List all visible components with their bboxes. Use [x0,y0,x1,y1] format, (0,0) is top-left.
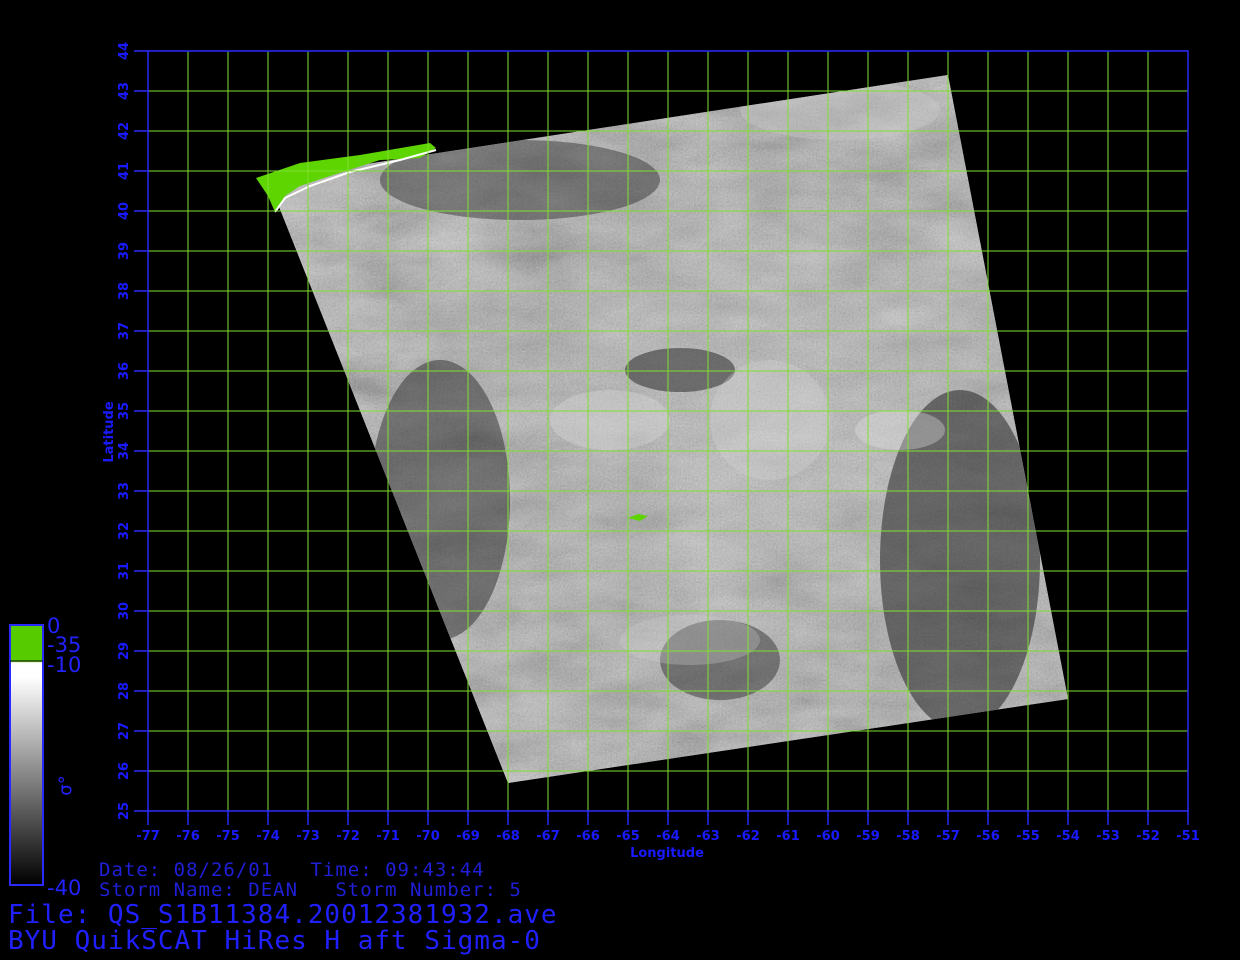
colorbar-label-minus10: -10 [47,653,82,677]
x-tick-label: -63 [696,829,720,844]
x-tick-label: -77 [136,829,160,844]
x-tick-label: -61 [776,829,800,844]
y-tick-label: 32 [117,522,132,540]
x-tick-label: -56 [976,829,1000,844]
y-tick-label: 38 [117,282,132,300]
x-tick-label: -65 [616,829,640,844]
y-tick-label: 27 [117,722,132,740]
x-tick-label: -74 [256,829,280,844]
x-tick-label: -51 [1176,829,1200,844]
y-tick-label: 25 [117,802,132,820]
y-tick-label: 41 [117,162,132,180]
x-tick-label: -67 [536,829,560,844]
y-tick-label: 35 [117,402,132,420]
colorbar-bar [9,624,44,886]
date-time-line: Date: 08/26/01 Time: 09:43:44 [99,859,485,881]
colorbar-label-minus40: -40 [47,876,82,900]
x-tick-label: -73 [296,829,320,844]
y-tick-label: 28 [117,682,132,700]
x-tick-label: -69 [456,829,480,844]
y-tick-label: 33 [117,482,132,500]
y-tick-label: 26 [117,762,132,780]
storm-line: Storm Name: DEAN Storm Number: 5 [99,879,522,901]
x-tick-label: -62 [736,829,760,844]
y-tick-label: 44 [117,42,132,60]
file-line: File: QS_S1B11384.20012381932.ave [8,900,558,930]
colorbar-symbol-sigma0: σ° [55,775,77,796]
x-axis-title: Longitude [630,846,704,861]
x-tick-label: -54 [1056,829,1080,844]
x-tick-label: -70 [416,829,440,844]
y-tick-label: 37 [117,322,132,340]
x-tick-label: -66 [576,829,600,844]
y-tick-label: 31 [117,562,132,580]
y-tick-label: 43 [117,82,132,100]
x-tick-label: -71 [376,829,400,844]
x-tick-label: -60 [816,829,840,844]
x-tick-label: -72 [336,829,360,844]
y-axis-ticks: 25 26 27 28 29 30 31 32 33 34 35 36 37 38 39 40 41 42 43 44 [117,42,148,820]
x-tick-label: -57 [936,829,960,844]
y-tick-label: 34 [117,442,132,460]
x-tick-label: -68 [496,829,520,844]
y-tick-label: 29 [117,642,132,660]
y-tick-label: 36 [117,362,132,380]
x-tick-label: -53 [1096,829,1120,844]
x-tick-label: -76 [176,829,200,844]
x-tick-label: -58 [896,829,920,844]
y-axis-title: Latitude [102,401,117,463]
y-tick-label: 40 [117,202,132,220]
x-tick-label: -75 [216,829,240,844]
map-figure: -77 -76 -75 -74 -73 -72 -71 -70 -69 -68 -67 -66 -65 -… [9,42,1200,886]
y-tick-label: 30 [117,602,132,620]
x-tick-label: -59 [856,829,880,844]
product-title: BYU QuikSCAT HiRes H aft Sigma-0 [8,926,541,956]
x-tick-label: -64 [656,829,680,844]
x-tick-label: -52 [1136,829,1160,844]
y-tick-label: 42 [117,122,132,140]
x-axis-ticks: -77 -76 -75 -74 -73 -72 -71 -70 -69 -68 -67 -66 -65 -… [136,811,1200,844]
y-tick-label: 39 [117,242,132,260]
colorbar [9,624,44,886]
x-tick-label: -55 [1016,829,1040,844]
